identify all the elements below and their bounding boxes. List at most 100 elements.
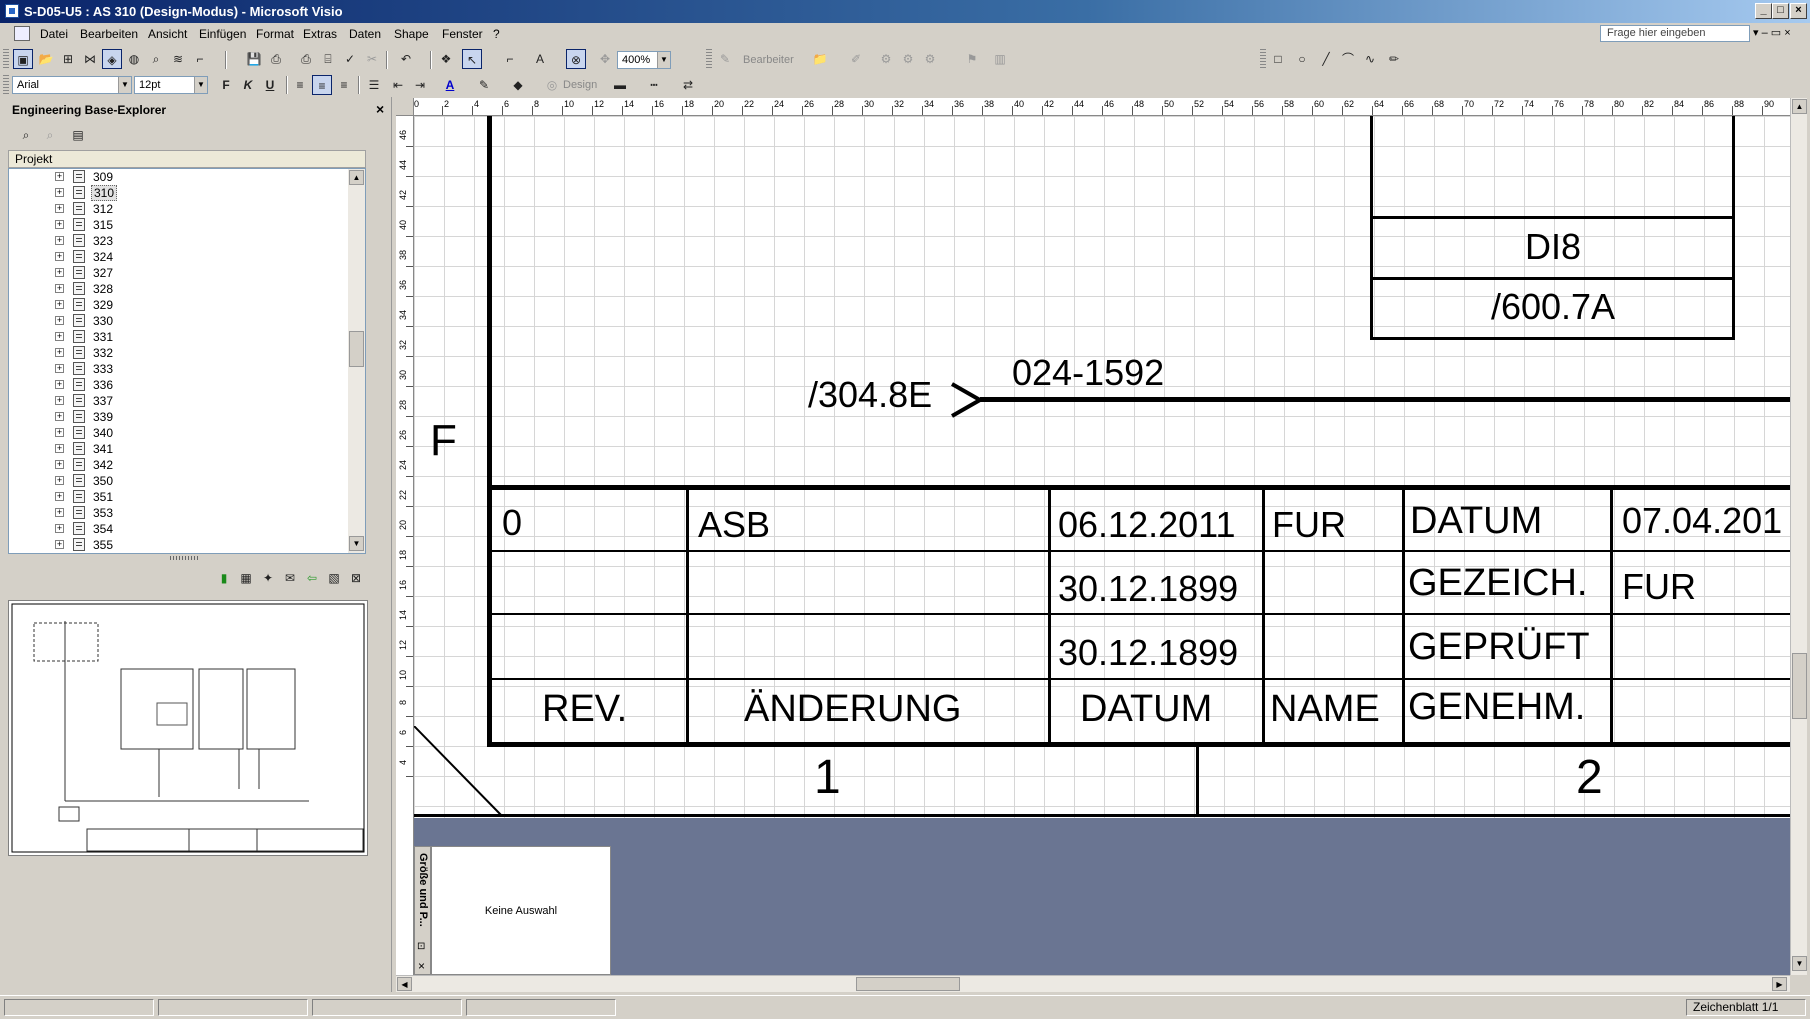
signal-ref[interactable]: /304.8E	[808, 374, 932, 416]
rectangle-tool-icon[interactable]: □	[1268, 49, 1288, 69]
scroll-down-icon[interactable]: ▼	[349, 536, 364, 551]
toolbar-grip[interactable]	[3, 49, 9, 69]
font-select[interactable]: Arial ▼	[12, 76, 132, 94]
tree-item[interactable]: +323	[9, 233, 329, 249]
expand-icon[interactable]: +	[55, 268, 64, 277]
expand-icon[interactable]: +	[55, 172, 64, 181]
page-indicator[interactable]: Zeichenblatt 1/1	[1686, 999, 1806, 1016]
tree-scroll-thumb[interactable]	[349, 331, 364, 367]
pan-icon[interactable]: ✥	[595, 49, 615, 69]
connector-tool-icon[interactable]: ⌐	[500, 49, 520, 69]
bold-button[interactable]: F	[216, 75, 236, 95]
tree-item[interactable]: +310	[9, 185, 329, 201]
scroll-up-icon[interactable]: ▲	[349, 170, 364, 185]
expand-icon[interactable]: +	[55, 412, 64, 421]
tree-item[interactable]: +339	[9, 409, 329, 425]
freeform-tool-icon[interactable]: ∿	[1360, 49, 1380, 69]
tree-item[interactable]: +312	[9, 201, 329, 217]
hscroll-left-icon[interactable]: ◀	[397, 977, 412, 991]
green-doc-icon[interactable]: ▮	[214, 568, 234, 588]
line-color-icon[interactable]: ✎	[474, 75, 494, 95]
close-icon[interactable]: ×	[1790, 3, 1807, 19]
gear3-icon[interactable]: ⚙	[920, 49, 940, 69]
expand-icon[interactable]: +	[55, 284, 64, 293]
visio-app-icon[interactable]	[5, 4, 19, 18]
expand-icon[interactable]: +	[55, 364, 64, 373]
spellcheck-icon[interactable]: ✓	[340, 49, 360, 69]
menu-help[interactable]: ?	[493, 27, 500, 41]
ellipse-tool-icon[interactable]: ○	[1292, 49, 1312, 69]
menu-einfuegen[interactable]: Einfügen	[199, 27, 246, 41]
tree-item[interactable]: +341	[9, 441, 329, 457]
tree-scrollbar[interactable]: ▲ ▼	[348, 169, 365, 553]
expand-icon[interactable]: +	[55, 460, 64, 469]
tree-item[interactable]: +315	[9, 217, 329, 233]
pointer-tool-icon[interactable]: ↖	[462, 49, 482, 69]
vscroll-thumb[interactable]	[1792, 653, 1807, 719]
font-color-icon[interactable]: A	[440, 75, 460, 95]
expand-icon[interactable]: +	[55, 524, 64, 533]
maximize-icon[interactable]: □	[1772, 3, 1789, 19]
print-icon[interactable]: ⎙	[296, 49, 316, 69]
open-icon[interactable]: 📂	[36, 49, 56, 69]
panel-icon[interactable]: ▥	[990, 49, 1010, 69]
doc-minimize-icon[interactable]: ▾ – ▭ ×	[1753, 26, 1791, 39]
menu-daten[interactable]: Daten	[349, 27, 381, 41]
indent-icon[interactable]: ⇥	[410, 75, 430, 95]
horizontal-ruler[interactable]: 0 2 4 6 8 10 12 14 16 18 20 22 24 26 28 30 32 34 36 38 40 42 4…	[396, 98, 1790, 116]
zoom-search-icon[interactable]: ⌕	[16, 125, 36, 145]
tree-item[interactable]: +332	[9, 345, 329, 361]
line-pattern-icon[interactable]: ┅	[644, 75, 664, 95]
gear1-icon[interactable]: ⚙	[876, 49, 896, 69]
folder-icon[interactable]: 📁	[810, 49, 830, 69]
block-label[interactable]: DI8	[1373, 226, 1733, 268]
font-size-select[interactable]: 12pt ▼	[134, 76, 208, 94]
expand-icon[interactable]: +	[55, 252, 64, 261]
cut-icon[interactable]: ✂	[362, 49, 382, 69]
tree-item[interactable]: +324	[9, 249, 329, 265]
page-overview-thumbnail[interactable]	[8, 600, 368, 856]
edit-icon[interactable]: ✎	[715, 49, 735, 69]
explorer-toggle-icon[interactable]: ▣	[13, 49, 33, 69]
document-icon[interactable]	[14, 26, 30, 41]
expand-icon[interactable]: +	[55, 540, 64, 549]
tree-item[interactable]: +330	[9, 313, 329, 329]
tree-item[interactable]: +336	[9, 377, 329, 393]
bullets-icon[interactable]: ☰	[364, 75, 384, 95]
hscroll-right-icon[interactable]: ▶	[1772, 977, 1787, 991]
list-view-icon[interactable]: ▤	[68, 125, 88, 145]
shapes-icon[interactable]: ❖	[436, 49, 456, 69]
connection-point-icon[interactable]: ⊗	[566, 49, 586, 69]
search-disabled-icon[interactable]: ⌕	[40, 125, 60, 145]
design-icon[interactable]: ◎	[542, 75, 562, 95]
menu-fenster[interactable]: Fenster	[442, 27, 483, 41]
align-left-icon[interactable]: ≡	[290, 75, 310, 95]
vertical-ruler[interactable]: 46 44 42 40 38 36 34 32 30 28 26 24 22 20 18 16 14 12 10 8 6…	[396, 116, 414, 992]
expand-icon[interactable]: +	[55, 188, 64, 197]
tree-item[interactable]: +309	[9, 169, 329, 185]
horizontal-scrollbar[interactable]: ◀ ▶	[396, 975, 1790, 992]
line-weight-icon[interactable]: ▬	[610, 75, 630, 95]
tree-column-header[interactable]: Projekt	[8, 150, 366, 168]
folder-star-icon[interactable]: ✦	[258, 568, 278, 588]
find-icon[interactable]: ⌕	[146, 49, 166, 69]
note-icon[interactable]: ✉	[280, 568, 300, 588]
tree-item[interactable]: +333	[9, 361, 329, 377]
pin-icon[interactable]: ⊡	[417, 941, 425, 952]
tree-item[interactable]: +354	[9, 521, 329, 537]
preview-icon[interactable]: ⌸	[318, 49, 338, 69]
tree-item[interactable]: +328	[9, 281, 329, 297]
signal-wire[interactable]	[980, 397, 1790, 402]
minimize-icon[interactable]: _	[1755, 3, 1772, 19]
expand-icon[interactable]: +	[55, 492, 64, 501]
expand-icon[interactable]: +	[55, 236, 64, 245]
tree-item[interactable]: +337	[9, 393, 329, 409]
expand-icon[interactable]: +	[55, 316, 64, 325]
brush-icon[interactable]: ✐	[846, 49, 866, 69]
italic-button[interactable]: K	[238, 75, 258, 95]
expand-icon[interactable]: +	[55, 396, 64, 405]
align-center-icon[interactable]: ≡	[312, 75, 332, 95]
flag-icon[interactable]: ⚑	[962, 49, 982, 69]
archive-icon[interactable]: ▦	[236, 568, 256, 588]
menu-ansicht[interactable]: Ansicht	[148, 27, 187, 41]
